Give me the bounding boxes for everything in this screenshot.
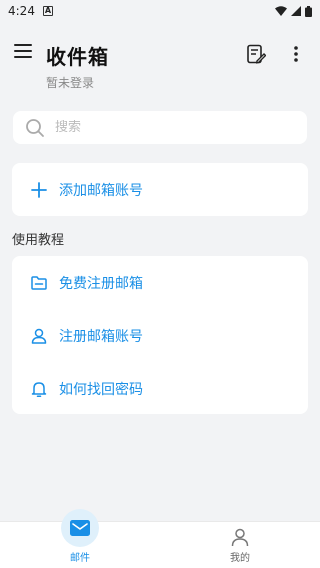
search-bar[interactable] <box>13 111 307 144</box>
folder-icon <box>31 275 47 290</box>
tutorial-item-register-account[interactable]: 注册邮箱账号 <box>12 309 308 362</box>
signal-icon <box>291 6 301 16</box>
plus-icon <box>31 181 47 198</box>
search-icon <box>26 118 44 137</box>
tutorial-section-title: 使用教程 <box>12 233 65 248</box>
page-title: 收件箱 <box>46 45 109 69</box>
tutorial-card: 免费注册邮箱 注册邮箱账号 如何找回密码 <box>12 256 308 414</box>
search-input[interactable] <box>55 120 285 135</box>
add-account-card: 添加邮箱账号 <box>12 163 308 216</box>
battery-icon <box>305 5 312 17</box>
bell-icon <box>31 381 47 397</box>
tutorial-item-label: 如何找回密码 <box>59 381 143 398</box>
more-options-icon[interactable] <box>290 44 302 64</box>
add-account-label: 添加邮箱账号 <box>59 182 143 199</box>
profile-icon[interactable] <box>230 527 250 547</box>
tutorial-item-recover-password[interactable]: 如何找回密码 <box>12 362 308 415</box>
tutorial-item-label: 注册邮箱账号 <box>59 328 143 345</box>
user-icon <box>31 328 47 344</box>
tutorial-item-register-free[interactable]: 免费注册邮箱 <box>12 256 308 309</box>
bottom-nav: 邮件 我的 <box>0 509 320 568</box>
nav-mail-tab[interactable] <box>61 509 99 547</box>
wifi-icon <box>275 6 287 16</box>
status-bar: 4:24 A <box>0 0 320 22</box>
login-status[interactable]: 暂未登录 <box>46 74 94 91</box>
compose-icon[interactable] <box>246 44 266 64</box>
screen: 4:24 A 收件箱 暂未登录 搜索 添加邮箱账号 使用教程 免费注册邮箱 注册… <box>0 0 320 568</box>
mail-icon <box>70 520 90 536</box>
nav-mail-label[interactable]: 邮件 <box>60 549 100 564</box>
status-indicators <box>275 5 312 17</box>
header: 收件箱 暂未登录 <box>0 22 320 98</box>
nav-me-label[interactable]: 我的 <box>220 549 260 564</box>
add-account-button[interactable]: 添加邮箱账号 <box>12 163 308 216</box>
notification-icon: A <box>42 6 53 16</box>
tutorial-item-label: 免费注册邮箱 <box>59 275 143 292</box>
menu-icon[interactable] <box>14 44 32 58</box>
status-time: 4:24 <box>8 4 35 18</box>
